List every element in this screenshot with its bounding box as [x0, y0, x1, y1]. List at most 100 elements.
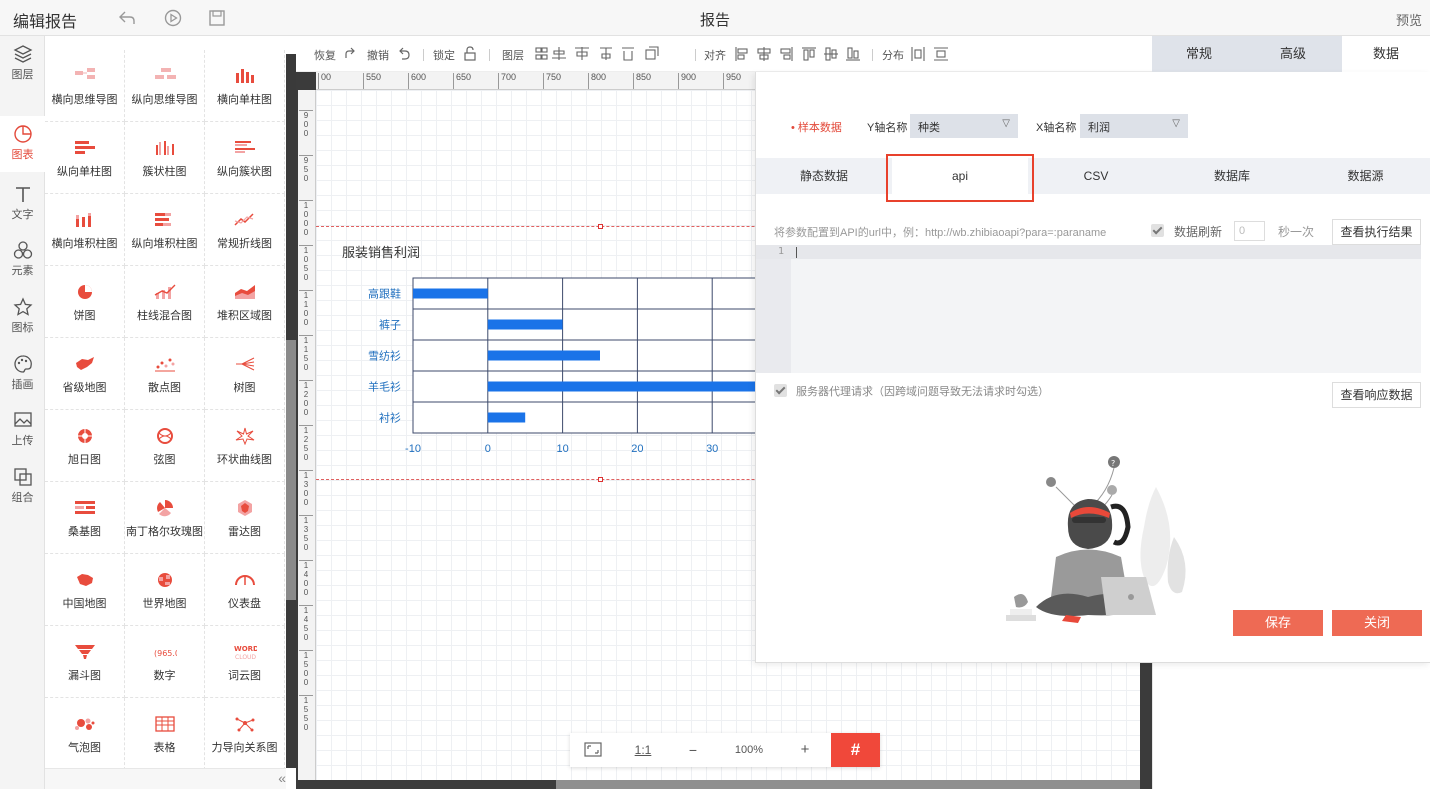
y-category-label: 裤子	[379, 318, 401, 332]
tab-data[interactable]: 数据	[1342, 36, 1430, 72]
palette-item-line[interactable]: 常规折线图	[205, 194, 285, 266]
palette-item-sankey[interactable]: 桑基图	[45, 482, 125, 554]
palette-item-label: 仪表盘	[228, 598, 261, 610]
palette-item-force-graph[interactable]: 力导向关系图	[205, 698, 285, 768]
y-category-label: 雪纺衫	[368, 349, 401, 363]
zoom-in-button[interactable]: +	[782, 733, 828, 767]
palette-item-number[interactable]: (965.0) 数字	[125, 626, 205, 698]
iconbar-item-illustration[interactable]: 插画	[0, 346, 45, 402]
palette-item-funnel[interactable]: 漏斗图	[45, 626, 125, 698]
palette-item-scatter[interactable]: 散点图	[125, 338, 205, 410]
palette-item-table[interactable]: 表格	[125, 698, 205, 768]
canvas-horizontal-scrollbar[interactable]	[316, 780, 1140, 789]
zoom-one-to-one-button[interactable]: 1:1	[622, 733, 664, 767]
refresh-interval-input[interactable]: 0	[1234, 221, 1265, 241]
palette-item-label: 漏斗图	[68, 670, 101, 682]
palette-item-clustered-bar[interactable]: 纵向簇状图	[205, 122, 285, 194]
palette-item-mind-map-vertical[interactable]: 纵向思维导图	[125, 50, 205, 122]
align-icons[interactable]	[734, 46, 866, 62]
upload-image-icon	[13, 412, 32, 427]
close-button[interactable]: 关闭	[1332, 610, 1422, 636]
api-code-editor[interactable]: 1	[756, 245, 1421, 373]
lock-button[interactable]: 锁定	[433, 47, 455, 63]
palette-item-bar-line-combo[interactable]: 柱线混合图	[125, 266, 205, 338]
iconbar-item-icons[interactable]: 图标	[0, 289, 45, 345]
play-icon[interactable]	[163, 8, 183, 28]
mind-map-horizontal-chart-icon	[74, 68, 95, 79]
palette-item-nightingale-rose[interactable]: 南丁格尔玫瑰图	[125, 482, 205, 554]
palette-item-world-map[interactable]: 世界地图	[125, 554, 205, 626]
palette-item-mind-map-horizontal[interactable]: 横向思维导图	[45, 50, 125, 122]
tab-database[interactable]: 数据库	[1164, 158, 1300, 194]
undo-icon[interactable]	[117, 8, 137, 28]
save-icon[interactable]	[207, 8, 227, 28]
gauge-chart-icon	[234, 575, 255, 586]
redo-button[interactable]: 恢复	[314, 47, 336, 63]
iconbar-item-chart[interactable]: 图表	[0, 116, 45, 172]
palette-item-china-map[interactable]: 中国地图	[45, 554, 125, 626]
iconbar-item-text[interactable]: 文字	[0, 176, 45, 232]
palette-scrollbar[interactable]	[286, 54, 296, 768]
sankey-chart-icon	[74, 501, 95, 514]
palette-item-province-map[interactable]: 省级地图	[45, 338, 125, 410]
distribute-icons[interactable]	[910, 46, 950, 62]
iconbar-item-group[interactable]: 组合	[0, 459, 45, 515]
iconbar-item-upload[interactable]: 上传	[0, 402, 45, 458]
palette-item-stacked-bar-vertical[interactable]: 纵向堆积柱图	[125, 194, 205, 266]
x-axis-select[interactable]: 利润 ▽	[1080, 114, 1188, 138]
lock-icon[interactable]	[463, 46, 477, 61]
palette-item-stacked-column-horizontal[interactable]: 横向堆积柱图	[45, 194, 125, 266]
ruler-corner	[298, 72, 316, 90]
per-second-label: 秒一次	[1278, 225, 1315, 239]
undo-button[interactable]: 撤销	[367, 47, 389, 63]
palette-item-label: 词云图	[228, 670, 261, 682]
palette-item-single-column-horizontal[interactable]: 横向单柱图	[205, 50, 285, 122]
chart-palette: 横向思维导图 纵向思维导图 横向单柱图纵向单柱图 簇状柱图 纵向簇状图横向堆积柱图 纵向堆…	[45, 36, 286, 768]
palette-item-chord[interactable]: 弦图	[125, 410, 205, 482]
view-result-button[interactable]: 查看执行结果	[1332, 219, 1421, 245]
palette-item-clustered-column[interactable]: 簇状柱图	[125, 122, 205, 194]
tab-advanced[interactable]: 高级	[1246, 36, 1340, 72]
tab-static-data[interactable]: 静态数据	[756, 158, 892, 194]
save-button[interactable]: 保存	[1233, 610, 1323, 636]
palette-item-bubble[interactable]: 气泡图	[45, 698, 125, 768]
palette-item-sunburst[interactable]: 旭日图	[45, 410, 125, 482]
palette-item-gauge[interactable]: 仪表盘	[205, 554, 285, 626]
fit-screen-button[interactable]	[570, 733, 616, 767]
view-response-button[interactable]: 查看响应数据	[1332, 382, 1421, 408]
tab-datasource[interactable]: 数据源	[1300, 158, 1430, 194]
tab-csv[interactable]: CSV	[1028, 158, 1164, 194]
proxy-request-checkbox[interactable]	[774, 384, 787, 397]
redo-icon[interactable]	[343, 47, 357, 61]
palette-item-tree[interactable]: 树图	[205, 338, 285, 410]
sample-data-link[interactable]: • 样本数据	[791, 119, 842, 135]
preview-button[interactable]: 预览	[1396, 10, 1422, 29]
data-refresh-checkbox[interactable]	[1151, 224, 1164, 237]
svg-text:WORD: WORD	[234, 645, 257, 653]
palette-item-radar[interactable]: 雷达图	[205, 482, 285, 554]
grid-toggle-button[interactable]: #	[831, 733, 880, 767]
svg-text:(965.0): (965.0)	[154, 649, 177, 658]
palette-item-label: 南丁格尔玫瑰图	[126, 526, 203, 538]
zoom-level: 100%	[734, 744, 764, 756]
palette-item-stacked-area[interactable]: 堆积区域图	[205, 266, 285, 338]
palette-item-radial-curve[interactable]: 环状曲线图	[205, 410, 285, 482]
scrollbar-thumb[interactable]	[556, 780, 1140, 789]
collapse-panel-button[interactable]: «	[278, 770, 286, 786]
tab-general[interactable]: 常规	[1152, 36, 1246, 72]
editor-active-line	[756, 245, 1421, 259]
fit-screen-icon	[584, 742, 602, 757]
palette-item-label: 常规折线图	[217, 238, 272, 250]
palette-item-single-bar-vertical[interactable]: 纵向单柱图	[45, 122, 125, 194]
palette-item-word-cloud[interactable]: WORD CLOUD 词云图	[205, 626, 285, 698]
palette-item-pie[interactable]: 饼图	[45, 266, 125, 338]
tab-api[interactable]: api	[892, 158, 1028, 194]
undo-icon[interactable]	[397, 47, 411, 61]
palette-item-label: 纵向簇状图	[217, 166, 272, 178]
zoom-out-button[interactable]: −	[670, 733, 716, 767]
y-axis-select[interactable]: 种类 ▽	[910, 114, 1018, 138]
iconbar-item-elements[interactable]: 元素	[0, 232, 45, 288]
scrollbar-thumb[interactable]	[286, 340, 296, 600]
iconbar-item-layers[interactable]: 图层	[0, 36, 45, 92]
layer-order-icons[interactable]	[534, 46, 684, 62]
